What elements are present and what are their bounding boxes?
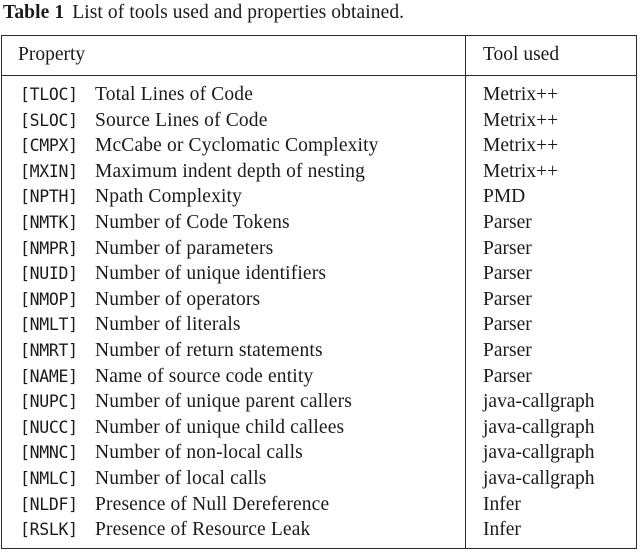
tool-used: java-callgraph [483,391,595,413]
table-caption-label: Table 1 [3,2,65,23]
property-code: [NMPR] [20,238,78,258]
table-row: [RSLK] Presence of Resource Leak Infer [2,517,636,543]
tool-used: Metrix++ [483,135,559,157]
table-row: [NUPC] Number of unique parent callers jav… [2,389,636,415]
property-code: [NMRT] [20,340,78,360]
property-code: [MXIN] [20,161,78,181]
property-code: [NAME] [20,366,78,386]
property-description: Number of parameters [95,237,274,259]
table-row: [NMLC] Number of local calls java-callgrap… [2,466,636,492]
tool-used: Infer [483,493,521,515]
property-description: Number of unique parent callers [95,391,352,413]
property-description: Number of Code Tokens [95,211,290,233]
table-row: [NMOP] Number of operators Parser [2,287,636,313]
property-code: [SLOC] [20,110,78,130]
tool-used: Infer [483,519,521,541]
tool-used: Metrix++ [483,84,559,105]
property-code: [NUID] [20,264,78,284]
property-description: Number of literals [95,314,241,336]
tool-used: Parser [483,365,532,387]
property-description: Number of local calls [95,467,267,489]
property-description: Number of return statements [95,339,323,361]
property-code: [NMOP] [20,289,78,309]
property-code: [NMLT] [20,315,78,335]
table-row: [NMPR] Number of parameters Parser [2,236,636,262]
property-description: Presence of Null Dereference [95,493,330,515]
tool-used: Parser [483,211,532,233]
tool-used: Parser [483,314,532,336]
property-description: Number of unique child callees [95,416,345,438]
property-description: Number of unique identifiers [95,263,327,285]
table-caption-text: List of tools used and properties obtain… [72,2,405,23]
table-row: [CMPX] McCabe or Cyclomatic Complexity Met… [2,133,636,159]
property-code: [RSLK] [20,520,78,540]
property-description: Total Lines of Code [95,84,253,105]
header-rule [2,75,636,76]
property-code: [TLOC] [20,85,78,104]
tool-used: Parser [483,263,532,285]
table-row: [NMRT] Number of return statements Parser [2,338,636,364]
tool-used: Metrix++ [483,160,559,182]
table-body: [TLOC] Total Lines of Code Metrix++ [SLOC] S… [2,82,636,543]
property-description: Presence of Resource Leak [95,519,311,541]
table-row: [MXIN] Maximum indent depth of nesting Met… [2,159,636,185]
property-description: Maximum indent depth of nesting [95,160,366,182]
tools-properties-table: Property Tool used [TLOC] Total Lines of … [1,35,637,549]
tool-used: Parser [483,339,532,361]
property-description: Npath Complexity [95,186,243,208]
table-row: [NMTK] Number of Code Tokens Parser [2,210,636,236]
tool-used: java-callgraph [483,442,595,464]
property-description: McCabe or Cyclomatic Complexity [95,135,379,157]
property-code: [NLDF] [20,494,78,514]
tool-used: java-callgraph [483,467,595,489]
table-row: [NAME] Name of source code entity Parser [2,364,636,390]
tool-used: Metrix++ [483,109,559,131]
property-code: [NUCC] [20,417,78,437]
table-row: [NPTH] Npath Complexity PMD [2,184,636,210]
table-row: [NUCC] Number of unique child callees java… [2,415,636,441]
table-row: [NUID] Number of unique identifiers Parser [2,261,636,287]
tool-used: Parser [483,237,532,259]
tool-used: PMD [483,186,526,208]
property-description: Number of non-local calls [95,442,303,464]
property-description: Name of source code entity [95,365,314,387]
table-row: [NLDF] Presence of Null Dereference Infer [2,492,636,518]
property-code: [NUPC] [20,392,78,412]
property-description: Source Lines of Code [95,109,268,131]
property-description: Number of operators [95,288,261,310]
table-row: [SLOC] Source Lines of Code Metrix++ [2,108,636,134]
table-caption: Table 1 List of tools used and properties… [3,0,404,26]
table-row: [TLOC] Total Lines of Code Metrix++ [2,82,636,108]
table-row: [NMLT] Number of literals Parser [2,312,636,338]
property-code: [NMTK] [20,212,78,232]
tool-used: Parser [483,288,532,310]
table-row: [NMNC] Number of non-local calls java-call… [2,440,636,466]
column-header-tool-used: Tool used [483,44,560,65]
property-code: [NPTH] [20,187,78,207]
property-code: [NMLC] [20,468,78,488]
property-code: [NMNC] [20,443,78,463]
property-code: [CMPX] [20,136,78,156]
column-header-property: Property [18,44,86,65]
tool-used: java-callgraph [483,416,595,438]
